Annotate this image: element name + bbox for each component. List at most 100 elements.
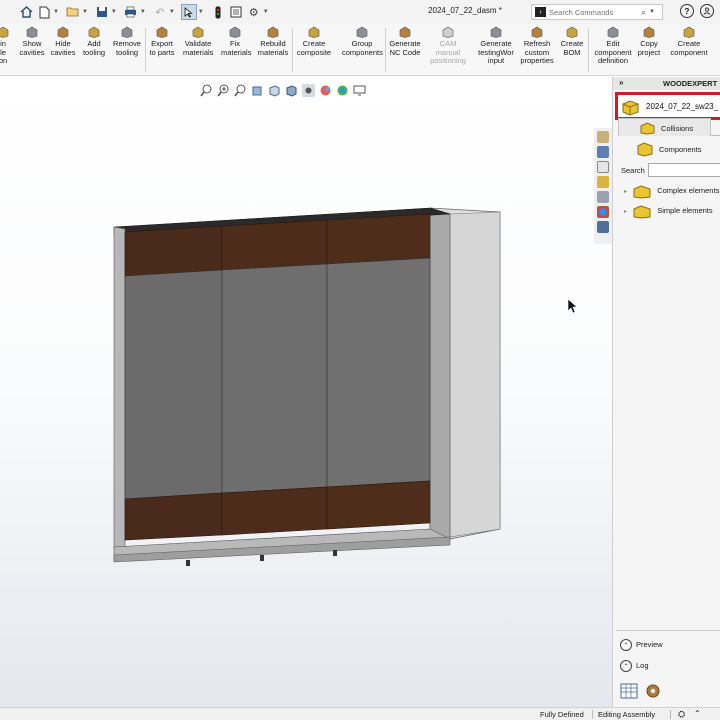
- ribbon-button-label: Add tooling: [82, 39, 106, 57]
- chevron-up-icon[interactable]: ⌃: [694, 709, 701, 718]
- expand-caret-icon[interactable]: ▸: [624, 209, 627, 215]
- ribbon-button-add-tooling[interactable]: Add tooling: [80, 26, 108, 57]
- document-title: 2024_07_22_dasm *: [428, 6, 502, 15]
- undo-icon[interactable]: ↶: [152, 4, 168, 20]
- ribbon-button-hide-cavities[interactable]: Hide cavities: [50, 26, 76, 57]
- woodexpert-tab-icon[interactable]: [597, 131, 609, 143]
- ribbon-separator: [385, 28, 386, 72]
- ribbon-button-export-parts[interactable]: Export to parts: [148, 26, 176, 57]
- ribbon-button-create-composite[interactable]: Create composite: [296, 26, 332, 57]
- search-label: Search: [621, 166, 645, 175]
- view-palette-tab-icon[interactable]: [597, 191, 609, 203]
- ribbon-button-show-cavities[interactable]: Show cavities: [19, 26, 45, 57]
- assembly-selector[interactable]: 2024_07_22_sw23_: [615, 92, 720, 120]
- cut-left-icon: [0, 26, 9, 38]
- file-properties-icon[interactable]: [228, 4, 244, 20]
- ribbon-button-label: Validate materials: [183, 39, 214, 57]
- ribbon-button-label: Group components: [342, 39, 383, 57]
- ribbon-button-fix-materials[interactable]: Fix materials: [221, 26, 251, 57]
- ribbon-button-label: Remove tooling: [113, 39, 141, 57]
- ribbon-button-rebuild-materials[interactable]: Rebuild materials: [257, 26, 289, 57]
- ribbon-button-refresh-properties[interactable]: Refresh custom properties: [520, 26, 554, 66]
- tab-collisions[interactable]: Collisions: [618, 118, 711, 136]
- tab-collisions-label: Collisions: [661, 124, 694, 133]
- appearances-tab-icon[interactable]: [597, 206, 609, 218]
- ribbon-button-edit-component[interactable]: Edit component definition: [594, 26, 632, 66]
- chevron-up-icon[interactable]: ⌃: [620, 660, 632, 672]
- ribbon-button-label: CAM manual positioning: [430, 39, 466, 65]
- home-tab-icon[interactable]: [597, 146, 609, 158]
- rebuild-status-icon[interactable]: ⛭: [678, 709, 685, 720]
- tree-item-simple[interactable]: ▸ Simple elements: [624, 204, 713, 219]
- ribbon-button-create-bom[interactable]: Create BOM: [559, 26, 585, 57]
- chevron-down-icon[interactable]: ▼: [82, 9, 88, 15]
- remove-tooling-icon: [121, 26, 133, 38]
- status-bar: Fully Defined Editing Assembly ⛭ ⌃: [0, 707, 720, 720]
- log-section-toggle[interactable]: ⌃ Log: [620, 660, 649, 672]
- save-icon[interactable]: [94, 4, 110, 20]
- chevron-down-icon[interactable]: ▼: [53, 9, 59, 15]
- ribbon-button-create-component[interactable]: Create component: [670, 26, 708, 57]
- chevron-down-icon[interactable]: ▼: [169, 9, 175, 15]
- ribbon-separator: [292, 28, 293, 72]
- ribbon-button-copy-project[interactable]: Copy project: [635, 26, 663, 57]
- traffic-light-icon[interactable]: [210, 4, 226, 20]
- assembly-name: 2024_07_22_sw23_: [646, 102, 719, 111]
- ribbon-button-validate-materials[interactable]: Validate materials: [183, 26, 213, 57]
- expand-caret-icon[interactable]: ▸: [624, 189, 627, 195]
- cabinet-3d-model[interactable]: [0, 77, 612, 707]
- refresh-properties-icon: [531, 26, 543, 38]
- graphics-viewport[interactable]: [0, 77, 612, 707]
- settings-gear-icon[interactable]: [644, 682, 662, 700]
- search-icon[interactable]: ⌕: [641, 7, 646, 18]
- component-search-input[interactable]: [648, 163, 720, 177]
- ribbon-button-cam-positioning[interactable]: CAM manual positioning: [428, 26, 468, 66]
- design-library-tab-icon[interactable]: [597, 176, 609, 188]
- tab-components[interactable]: Components: [636, 140, 720, 158]
- ribbon-button-nc-code[interactable]: Generate NC Code: [388, 26, 422, 57]
- chevron-down-icon[interactable]: ▼: [140, 9, 146, 15]
- components-icon: [637, 142, 653, 157]
- chevron-down-icon[interactable]: ▼: [198, 9, 204, 15]
- ribbon-button-testing-input[interactable]: Generate testingWor input: [478, 26, 514, 66]
- home-icon[interactable]: [18, 4, 34, 20]
- ribbon-button-label: Create composite: [296, 39, 332, 57]
- create-composite-icon: [308, 26, 320, 38]
- ribbon-button-cut-left[interactable]: in le on: [0, 26, 10, 66]
- quick-access-toolbar: ▼ ▼ ▼ ▼ ↶ ▼ ▼ ⚙ ▼ 2024_07_22_dasm * › ⌕ …: [0, 0, 720, 24]
- file-explorer-tab-icon[interactable]: [597, 161, 609, 173]
- gear-icon[interactable]: ⚙: [246, 4, 262, 20]
- ribbon-button-group-components[interactable]: Group components: [342, 26, 383, 57]
- open-folder-icon[interactable]: [65, 4, 81, 20]
- print-icon[interactable]: [123, 4, 139, 20]
- command-prompt-icon: ›: [535, 7, 546, 17]
- task-pane-tab-strip: [594, 128, 612, 244]
- preview-label: Preview: [636, 639, 663, 649]
- validate-materials-icon: [192, 26, 204, 38]
- panel-footer-icons: [620, 682, 662, 700]
- chevron-down-icon[interactable]: ▼: [111, 9, 117, 15]
- ribbon-button-remove-tooling[interactable]: Remove tooling: [112, 26, 142, 57]
- user-account-icon[interactable]: [700, 4, 714, 18]
- new-document-icon[interactable]: [36, 4, 52, 20]
- collapse-panel-icon[interactable]: »: [619, 78, 623, 87]
- tree-item-complex[interactable]: ▸ Complex elements: [624, 184, 719, 199]
- help-icon[interactable]: ?: [680, 4, 694, 18]
- log-label: Log: [636, 660, 649, 670]
- ribbon-button-label: in le on: [0, 39, 8, 65]
- status-mode: Editing Assembly: [598, 710, 656, 719]
- chevron-up-icon[interactable]: ⌃: [620, 639, 632, 651]
- search-commands-input[interactable]: [549, 7, 641, 17]
- search-commands-box[interactable]: › ⌕ ▼: [531, 4, 663, 20]
- copy-project-icon: [643, 26, 655, 38]
- chevron-down-icon[interactable]: ▼: [263, 9, 269, 15]
- rebuild-materials-icon: [267, 26, 279, 38]
- select-cursor-icon[interactable]: [180, 4, 197, 20]
- chevron-down-icon[interactable]: ▼: [649, 9, 655, 15]
- hide-cavities-icon: [57, 26, 69, 38]
- custom-properties-tab-icon[interactable]: [597, 221, 609, 233]
- report-table-icon[interactable]: [620, 682, 638, 700]
- preview-section-toggle[interactable]: ⌃ Preview: [620, 639, 663, 651]
- ribbon-button-label: Rebuild materials: [257, 39, 289, 57]
- panel-divider: [616, 630, 720, 631]
